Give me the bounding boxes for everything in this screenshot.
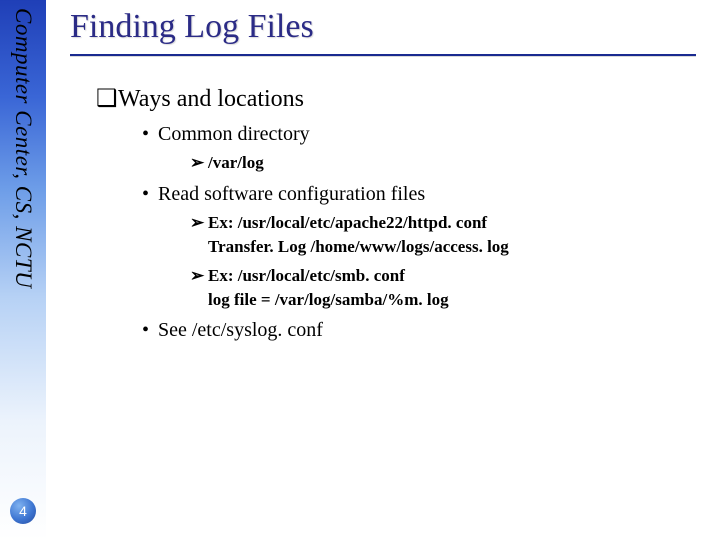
bullet-smb-log-file: log file = /var/log/samba/%m. log	[208, 288, 696, 312]
arrow-bullet-icon: ➢	[190, 152, 208, 175]
bullet-common-directory: •Common directory	[142, 123, 696, 146]
bullet-read-config-files: •Read software configuration files	[142, 183, 696, 206]
bullet-text: Common directory	[158, 123, 310, 145]
bullet-text: Ex: /usr/local/etc/apache22/httpd. conf	[208, 213, 487, 232]
bullet-var-log: ➢/var/log	[190, 152, 696, 175]
bullet-text: /var/log	[208, 153, 264, 172]
arrow-bullet-icon: ➢	[190, 212, 208, 235]
bullet-smb-conf: ➢Ex: /usr/local/etc/smb. conf	[190, 265, 696, 288]
bullet-text: See /etc/syslog. conf	[158, 319, 323, 341]
slide-title: Finding Log Files	[70, 8, 696, 52]
bullet-text: Read software configuration files	[158, 183, 425, 205]
title-underline	[70, 54, 696, 56]
page-number-badge: 4	[10, 498, 36, 524]
dot-bullet-icon: •	[142, 183, 158, 206]
dot-bullet-icon: •	[142, 123, 158, 146]
bullet-apache-conf: ➢Ex: /usr/local/etc/apache22/httpd. conf	[190, 212, 696, 235]
dot-bullet-icon: •	[142, 319, 158, 342]
bullet-text: Ex: /usr/local/etc/smb. conf	[208, 266, 405, 285]
content-area: Finding Log Files ❑Ways and locations •C…	[70, 8, 696, 530]
square-bullet-icon: ❑	[96, 84, 118, 113]
sidebar: Computer Center, CS, NCTU	[0, 0, 46, 540]
arrow-bullet-icon: ➢	[190, 265, 208, 288]
sidebar-org-text: Computer Center, CS, NCTU	[10, 8, 36, 288]
page-number: 4	[19, 503, 27, 519]
bullet-apache-transfer-log: Transfer. Log /home/www/logs/access. log	[208, 235, 696, 259]
bullet-ways-and-locations: ❑Ways and locations	[96, 84, 696, 113]
bullet-text: Ways and locations	[118, 86, 304, 112]
bullet-syslog-conf: •See /etc/syslog. conf	[142, 319, 696, 342]
slide: Computer Center, CS, NCTU 4 Finding Log …	[0, 0, 720, 540]
